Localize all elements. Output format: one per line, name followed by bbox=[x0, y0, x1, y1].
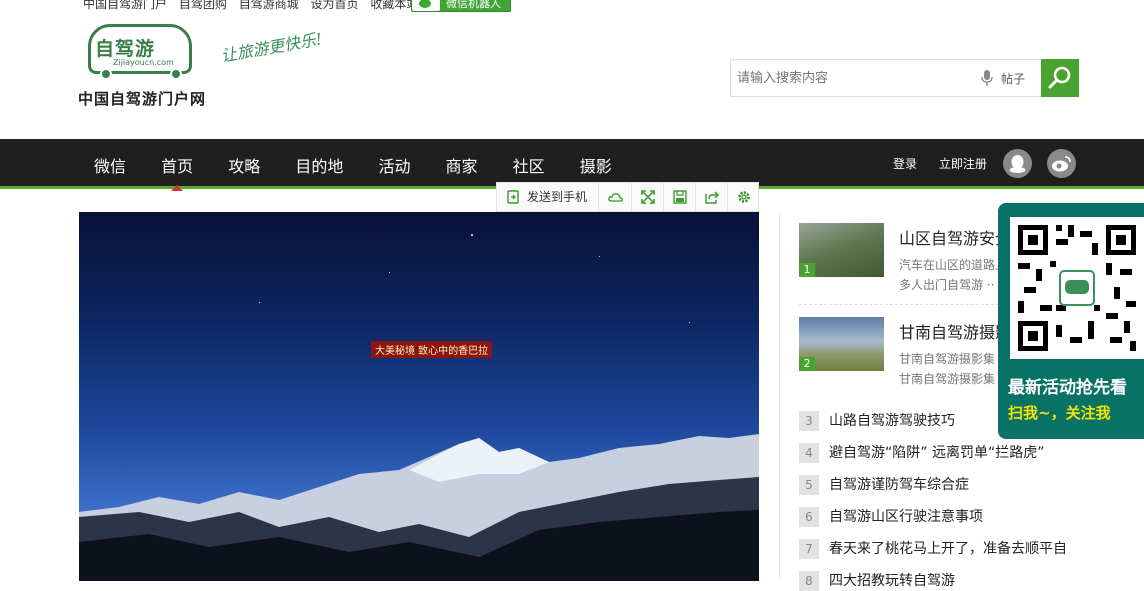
list-item-title[interactable]: 山路自驾游驾驶技巧 bbox=[829, 411, 955, 431]
weibo-login-button[interactable] bbox=[1047, 149, 1076, 178]
list-item-title[interactable]: 自驾游山区行驶注意事项 bbox=[829, 507, 983, 527]
weibo-icon bbox=[1052, 156, 1071, 172]
wechat-robot-label: 微信机器人 bbox=[446, 0, 501, 10]
site-slogan: 让旅游更快乐! bbox=[219, 29, 324, 66]
top-links: 中国自驾游门户 自驾团购 自驾游商城 设为首页 收藏本站 bbox=[83, 0, 426, 12]
top-link-mall[interactable]: 自驾游商城 bbox=[239, 0, 299, 11]
site-logo[interactable]: 自驾游 Zijiayoucn.com 中国自驾游门户网 bbox=[78, 22, 218, 112]
list-item-title[interactable]: 自驾游谨防驾车综合症 bbox=[829, 475, 969, 495]
rank-number: 1 bbox=[799, 263, 815, 277]
gear-icon bbox=[738, 191, 750, 203]
logo-wheel-icon bbox=[170, 68, 182, 80]
phone-icon bbox=[507, 190, 519, 204]
search-box: 帖子 bbox=[730, 59, 1079, 97]
qq-login-button[interactable] bbox=[1003, 149, 1032, 178]
logo-url: Zijiayoucn.com bbox=[113, 58, 174, 67]
qq-icon bbox=[1009, 155, 1026, 173]
rank-number: 3 bbox=[799, 411, 819, 431]
logo-wheel-icon bbox=[100, 68, 112, 80]
rank-number: 5 bbox=[799, 475, 819, 495]
send-to-phone-label: 发送到手机 bbox=[527, 190, 588, 204]
share-button[interactable] bbox=[696, 183, 728, 211]
send-to-phone-button[interactable]: 发送到手机 bbox=[497, 183, 599, 211]
fullscreen-button[interactable] bbox=[632, 183, 664, 211]
search-input[interactable] bbox=[731, 60, 971, 96]
logo-brand: 自驾游 bbox=[95, 38, 156, 60]
cloud-save-button[interactable] bbox=[599, 183, 632, 211]
qr-promo-panel[interactable]: 最新活动抢先看 扫我~，关注我 bbox=[998, 203, 1144, 439]
save-icon bbox=[673, 190, 687, 204]
search-icon bbox=[1048, 66, 1071, 89]
top-link-portal[interactable]: 中国自驾游门户 bbox=[83, 0, 167, 11]
header: 自驾游 Zijiayoucn.com 中国自驾游门户网 让旅游更快乐! 帖子 bbox=[0, 12, 1144, 139]
qr-promo-subtitle: 扫我~，关注我 bbox=[1008, 404, 1111, 422]
divider bbox=[799, 304, 1009, 305]
top-link-group-buy[interactable]: 自驾团购 bbox=[179, 0, 227, 11]
share-toolbar: 发送到手机 bbox=[496, 182, 759, 212]
list-item[interactable]: 6 自驾游山区行驶注意事项 bbox=[799, 507, 1099, 527]
settings-button[interactable] bbox=[728, 183, 759, 211]
wechat-icon bbox=[412, 0, 440, 11]
nav-item-photography[interactable]: 摄影 bbox=[580, 153, 612, 177]
nav-item-events[interactable]: 活动 bbox=[378, 153, 410, 177]
mountain-illustration bbox=[79, 434, 759, 581]
list-item[interactable]: 7 春天来了桃花马上开了，准备去顺平自 bbox=[799, 539, 1099, 559]
rank-number: 8 bbox=[799, 571, 819, 591]
qr-promo-title: 最新活动抢先看 bbox=[1008, 378, 1127, 398]
article-desc: 甘南自驾游摄影集 bbox=[899, 372, 996, 386]
microphone-icon[interactable] bbox=[981, 70, 993, 86]
column-divider bbox=[779, 212, 780, 581]
list-item[interactable]: 8 四大招教玩转自驾游 bbox=[799, 571, 1099, 591]
rank-number: 4 bbox=[799, 443, 819, 463]
save-button[interactable] bbox=[664, 183, 696, 211]
article-title[interactable]: 甘南自驾游摄影 bbox=[899, 319, 1011, 343]
logo-site-name: 中国自驾游门户网 bbox=[78, 90, 207, 108]
list-item[interactable]: 5 自驾游谨防驾车综合症 bbox=[799, 475, 1099, 495]
nav-item-wechat[interactable]: 微信 bbox=[94, 153, 126, 177]
rank-number: 7 bbox=[799, 539, 819, 559]
article-desc: 汽车在山区的道路上 bbox=[899, 258, 1008, 272]
register-link[interactable]: 立即注册 bbox=[939, 157, 987, 171]
hero-slideshow[interactable]: 大美秘境 致心中的香巴拉 bbox=[79, 212, 759, 581]
login-link[interactable]: 登录 bbox=[893, 157, 917, 171]
article-title[interactable]: 山区自驾游安全 bbox=[899, 225, 1011, 249]
rank-number: 2 bbox=[799, 357, 815, 371]
list-item[interactable]: 4 避自驾游“陷阱” 远离罚单“拦路虎” bbox=[799, 443, 1099, 463]
article-thumbnail[interactable]: 2 bbox=[799, 317, 884, 371]
wechat-robot-button[interactable]: 微信机器人 bbox=[411, 0, 511, 12]
nav-item-destinations[interactable]: 目的地 bbox=[295, 153, 343, 177]
rank-number: 6 bbox=[799, 507, 819, 527]
nav-item-guides[interactable]: 攻略 bbox=[228, 153, 260, 177]
list-item-title[interactable]: 四大招教玩转自驾游 bbox=[829, 571, 955, 591]
qr-code-graphic bbox=[1018, 225, 1136, 351]
nav-item-merchants[interactable]: 商家 bbox=[446, 153, 478, 177]
qr-code bbox=[1010, 217, 1144, 359]
list-item-title[interactable]: 避自驾游“陷阱” 远离罚单“拦路虎” bbox=[829, 443, 1044, 463]
cloud-icon bbox=[608, 193, 623, 202]
share-icon bbox=[705, 191, 719, 204]
search-button[interactable] bbox=[1041, 59, 1079, 97]
article-thumbnail[interactable]: 1 bbox=[799, 223, 884, 277]
top-bar: 中国自驾游门户 自驾团购 自驾游商城 设为首页 收藏本站 微信机器人 bbox=[0, 0, 1144, 12]
search-type-select[interactable]: 帖子 bbox=[1001, 70, 1025, 87]
logo-bus-icon: 自驾游 Zijiayoucn.com bbox=[88, 24, 192, 74]
article-desc: 多人出门自驾游 ·· bbox=[899, 278, 995, 292]
fullscreen-icon bbox=[641, 190, 655, 204]
nav-item-community[interactable]: 社区 bbox=[513, 153, 545, 177]
nav-item-home[interactable]: 首页 bbox=[161, 153, 193, 191]
list-item-title[interactable]: 春天来了桃花马上开了，准备去顺平自 bbox=[829, 539, 1067, 559]
top-link-set-home[interactable]: 设为首页 bbox=[311, 0, 359, 11]
article-desc: 甘南自驾游摄影集 bbox=[899, 352, 996, 366]
